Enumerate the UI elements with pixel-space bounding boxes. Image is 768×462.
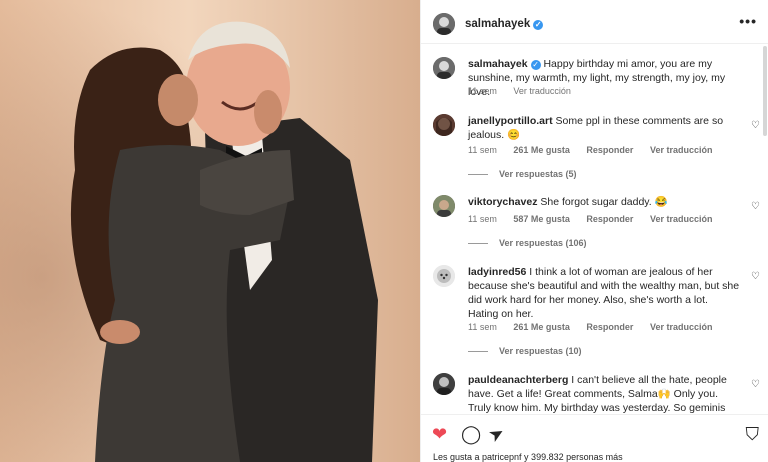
replies-line	[468, 243, 488, 245]
reply-button[interactable]: Responder	[586, 322, 633, 332]
see-translation-link[interactable]: Ver traducción	[650, 214, 713, 224]
comment-meta: 11 sem 261 Me gusta Responder Ver traduc…	[468, 322, 726, 332]
header-username-text[interactable]: salmahayek	[465, 18, 530, 30]
comment-likes[interactable]: 261 Me gusta	[513, 322, 570, 332]
view-replies-link[interactable]: Ver respuestas (5)	[468, 169, 577, 179]
comment-time[interactable]: 11 sem	[468, 214, 497, 224]
share-icon[interactable]: ➤	[485, 422, 508, 447]
comment-username[interactable]: viktorychavez	[468, 196, 537, 208]
replies-line	[468, 174, 488, 176]
comment-username[interactable]: ladyinred56	[468, 266, 526, 278]
avatar-image	[433, 195, 455, 217]
more-options-icon[interactable]: •••	[739, 13, 757, 29]
avatar-image	[433, 57, 455, 79]
avatar-image	[433, 265, 455, 287]
comment-time[interactable]: 11 sem	[468, 322, 497, 332]
replies-line	[468, 351, 488, 353]
avatar[interactable]	[433, 195, 455, 217]
reply-button[interactable]: Responder	[586, 145, 633, 155]
caption-username[interactable]: salmahayek	[468, 58, 528, 70]
view-replies-link[interactable]: Ver respuestas (106)	[468, 238, 587, 248]
avatar-image	[433, 373, 455, 395]
like-comment-icon[interactable]: ♡	[751, 379, 760, 390]
comment-likes[interactable]: 587 Me gusta	[513, 214, 570, 224]
caption-time[interactable]: 11 sem	[468, 86, 497, 96]
action-bar: ❤ ◯ ➤ ⛉	[421, 414, 768, 455]
see-translation-link[interactable]: Ver traducción	[650, 145, 713, 155]
avatar-image	[433, 114, 455, 136]
comment-meta: 11 sem 587 Me gusta Responder Ver traduc…	[468, 214, 726, 224]
post-header: salmahayek ✓ •••	[421, 3, 768, 44]
see-translation-link[interactable]: Ver traducción	[513, 86, 571, 96]
comment-username[interactable]: pauldeanachterberg	[468, 374, 568, 386]
header-username[interactable]: salmahayek ✓	[465, 18, 544, 30]
view-replies-label[interactable]: Ver respuestas (106)	[499, 238, 587, 248]
comment-meta: 11 sem 261 Me gusta Responder Ver traduc…	[468, 145, 726, 155]
like-comment-icon[interactable]: ♡	[751, 201, 760, 212]
post-panel: salmahayek ✓ ••• salmahayek ✓ Happy birthd…	[420, 0, 768, 462]
reply-button[interactable]: Responder	[586, 214, 633, 224]
likes-summary[interactable]: Les gusta a patricepnf y 399.832 persona…	[433, 452, 623, 462]
comment-body: She forgot sugar daddy. 😂	[540, 196, 668, 208]
view-replies-label[interactable]: Ver respuestas (10)	[499, 346, 582, 356]
verified-icon: ✓	[533, 20, 544, 30]
view-replies-link[interactable]: Ver respuestas (10)	[468, 346, 582, 356]
comment-likes[interactable]: 261 Me gusta	[513, 145, 570, 155]
like-comment-icon[interactable]: ♡	[751, 120, 760, 131]
comment-time[interactable]: 11 sem	[468, 145, 497, 155]
comment-text: ladyinred56 I think a lot of woman are j…	[468, 265, 741, 321]
like-comment-icon[interactable]: ♡	[751, 271, 760, 282]
photo-illustration	[0, 0, 420, 462]
like-heart-icon[interactable]: ❤	[432, 425, 447, 443]
avatar[interactable]	[433, 13, 455, 35]
avatar[interactable]	[433, 57, 455, 79]
see-translation-link[interactable]: Ver traducción	[650, 322, 713, 332]
comment-text: janellyportillo.art Some ppl in these co…	[468, 114, 741, 142]
comment-username[interactable]: janellyportillo.art	[468, 115, 553, 127]
scrollbar[interactable]	[763, 46, 767, 136]
avatar-image	[433, 13, 455, 35]
comment-text: viktorychavez She forgot sugar daddy. 😂	[468, 195, 741, 209]
comment-icon[interactable]: ◯	[461, 425, 481, 443]
avatar[interactable]	[433, 373, 455, 395]
avatar[interactable]	[433, 114, 455, 136]
verified-icon: ✓	[530, 60, 541, 70]
save-bookmark-icon[interactable]: ⛉	[746, 425, 760, 443]
caption-meta: 11 sem Ver traducción	[468, 86, 585, 96]
avatar[interactable]	[433, 265, 455, 287]
post-photo[interactable]	[0, 0, 420, 462]
view-replies-label[interactable]: Ver respuestas (5)	[499, 169, 577, 179]
